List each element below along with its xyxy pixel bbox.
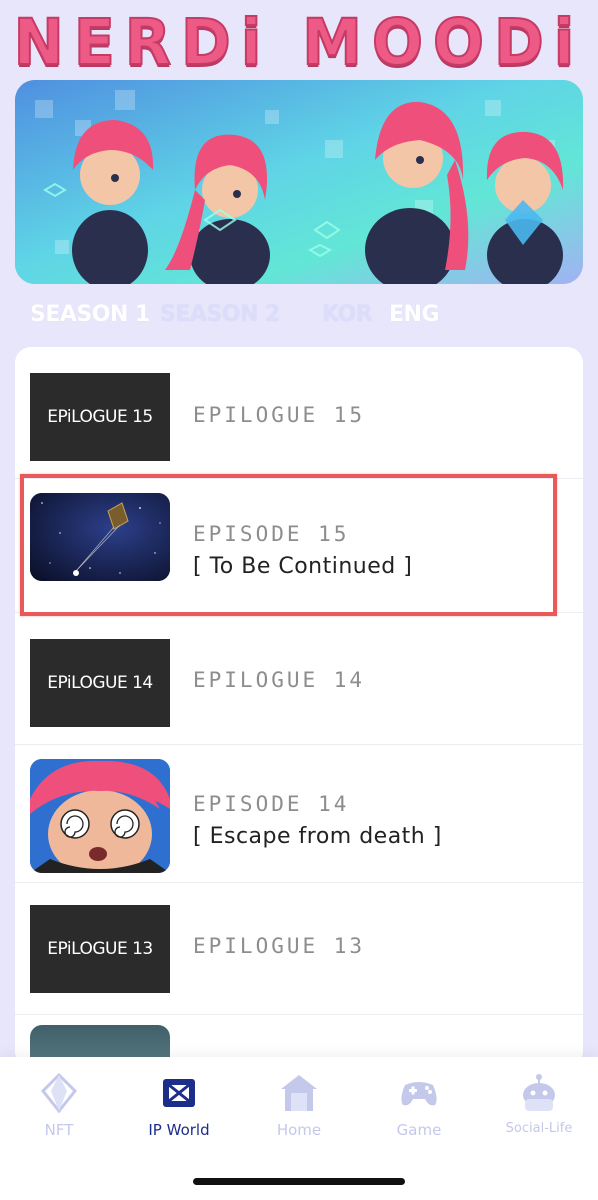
episode-subtitle: [ Escape from death ] [193, 824, 442, 849]
tab-season-1[interactable]: SEASON 1 [30, 302, 150, 327]
nav-label-ip-world: IP World [148, 1121, 210, 1139]
episode-list: EPiLOGUE 15 EPILOGUE 15 EPISODE 15 [To … [15, 347, 583, 1067]
app-logo: NERDi MOODi [0, 5, 598, 81]
nav-label-home: Home [276, 1121, 322, 1139]
nav-home[interactable]: Home [249, 1071, 349, 1151]
home-icon [281, 1075, 317, 1111]
character-shocked-image [30, 759, 170, 873]
gamepad-icon [401, 1082, 437, 1106]
tab-language-eng[interactable]: ENG [389, 302, 440, 327]
thumbnail-text: EPiLOGUE 14 [47, 673, 153, 693]
nav-social-life[interactable]: Social-Life [489, 1071, 589, 1151]
nav-label-game: Game [396, 1121, 442, 1139]
episode-subtitle: [ To Be Continued ] [193, 554, 413, 579]
episode-title: EPISODE 15 [193, 522, 350, 546]
episode-row[interactable]: EPiLOGUE 13 EPILOGUE 13 [15, 883, 583, 1015]
episode-title: EPISODE 14 [193, 792, 350, 816]
thumbnail-text: EPiLOGUE 15 [47, 407, 153, 427]
episode-thumbnail [30, 493, 170, 581]
nav-game[interactable]: Game [369, 1071, 469, 1151]
tab-season-2[interactable]: SEASON 2 [160, 302, 280, 327]
episode-row[interactable]: EPISODE 14 [ Escape from death ] [15, 745, 583, 883]
tab-language-kor[interactable]: KOR [322, 302, 373, 327]
logo-text: NERDi MOODi [13, 5, 585, 81]
social-life-icon [523, 1074, 555, 1111]
season-language-tabs: SEASON 1 SEASON 2 KOR ENG [30, 302, 570, 334]
episode-row[interactable]: EPISODE 15 [ To Be Continued ] [15, 479, 583, 613]
space-scene-image [30, 493, 170, 581]
episode-thumbnail: EPiLOGUE 14 [30, 639, 170, 727]
ip-world-icon [163, 1079, 195, 1107]
diamond-icon [40, 1072, 78, 1114]
episode-row[interactable]: EPiLOGUE 15 EPILOGUE 15 [15, 347, 583, 479]
nav-nft[interactable]: NFT [9, 1071, 109, 1151]
episode-title: EPILOGUE 13 [193, 934, 366, 958]
episode-thumbnail [30, 759, 170, 873]
home-indicator [193, 1178, 405, 1185]
nav-label-nft: NFT [44, 1121, 74, 1139]
episode-row[interactable]: EPiLOGUE 14 EPILOGUE 14 [15, 613, 583, 745]
banner-illustration [15, 80, 583, 284]
hero-banner[interactable] [15, 80, 583, 284]
thumbnail-text: EPiLOGUE 13 [47, 939, 153, 959]
episode-thumbnail: EPiLOGUE 13 [30, 905, 170, 993]
episode-thumbnail: EPiLOGUE 15 [30, 373, 170, 461]
nav-ip-world[interactable]: IP World [129, 1071, 229, 1151]
episode-title: EPILOGUE 15 [193, 403, 366, 427]
episode-title: EPILOGUE 14 [193, 668, 366, 692]
nav-label-social-life: Social-Life [505, 1121, 573, 1136]
